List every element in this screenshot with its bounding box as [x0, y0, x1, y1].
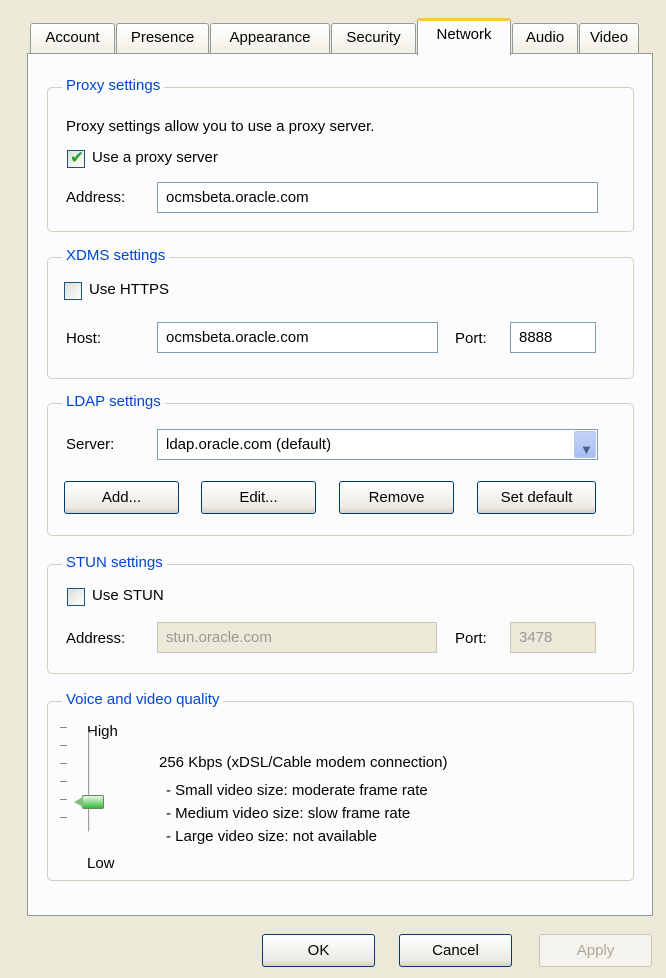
- quality-small-video: - Small video size: moderate frame rate: [166, 782, 428, 799]
- stun-address-label: Address:: [66, 630, 126, 647]
- remove-ldap-button[interactable]: Remove: [339, 481, 454, 514]
- slider-ticks: [60, 727, 70, 837]
- quality-medium-video: - Medium video size: slow frame rate: [166, 805, 411, 822]
- quality-bitrate: 256 Kbps (xDSL/Cable modem connection): [159, 754, 448, 771]
- quality-low-label: Low: [87, 855, 115, 872]
- use-https-checkbox[interactable]: [64, 282, 82, 300]
- proxy-address-input[interactable]: ocmsbeta.oracle.com: [157, 182, 598, 213]
- quality-slider-thumb[interactable]: [74, 795, 104, 809]
- quality-large-video: - Large video size: not available: [166, 828, 377, 845]
- quality-slider-track[interactable]: [88, 732, 92, 832]
- use-proxy-checkbox[interactable]: ✔: [67, 148, 85, 168]
- ldap-server-value: ldap.oracle.com (default): [166, 436, 332, 453]
- quality-title: Voice and video quality: [62, 691, 224, 708]
- ok-button[interactable]: OK: [262, 934, 375, 967]
- ldap-server-label: Server:: [66, 436, 115, 453]
- apply-button[interactable]: Apply: [539, 934, 652, 967]
- xdms-port-label: Port:: [455, 330, 487, 347]
- stun-settings-group: STUN settings: [47, 554, 634, 674]
- dropdown-button[interactable]: ▼: [574, 431, 596, 458]
- cancel-button[interactable]: Cancel: [399, 934, 512, 967]
- use-https-label[interactable]: Use HTTPS: [89, 281, 169, 298]
- xdms-settings-group: XDMS settings: [47, 247, 634, 379]
- ldap-settings-group: LDAP settings: [47, 393, 634, 536]
- set-default-ldap-button[interactable]: Set default: [477, 481, 596, 514]
- xdms-settings-title: XDMS settings: [62, 247, 170, 264]
- proxy-address-label: Address:: [66, 189, 126, 206]
- xdms-port-input[interactable]: 8888: [510, 322, 596, 353]
- ldap-server-select[interactable]: ldap.oracle.com (default) ▼: [157, 429, 598, 460]
- add-ldap-button[interactable]: Add...: [64, 481, 179, 514]
- xdms-host-label: Host:: [66, 330, 102, 347]
- stun-settings-title: STUN settings: [62, 554, 167, 571]
- stun-port-input[interactable]: 3478: [510, 622, 596, 653]
- proxy-description: Proxy settings allow you to use a proxy …: [66, 118, 375, 135]
- stun-port-label: Port:: [455, 630, 487, 647]
- xdms-host-input[interactable]: ocmsbeta.oracle.com: [157, 322, 438, 353]
- panel-content: Proxy settings Proxy settings allow you …: [0, 0, 666, 978]
- ldap-settings-title: LDAP settings: [62, 393, 165, 410]
- use-stun-label[interactable]: Use STUN: [92, 587, 164, 604]
- use-proxy-label[interactable]: Use a proxy server: [92, 149, 218, 166]
- chevron-down-icon: ▼: [580, 442, 593, 457]
- checkmark-icon: ✔: [70, 148, 85, 167]
- proxy-settings-title: Proxy settings: [62, 77, 165, 94]
- use-stun-checkbox[interactable]: [67, 588, 85, 606]
- stun-address-input[interactable]: stun.oracle.com: [157, 622, 437, 653]
- edit-ldap-button[interactable]: Edit...: [201, 481, 316, 514]
